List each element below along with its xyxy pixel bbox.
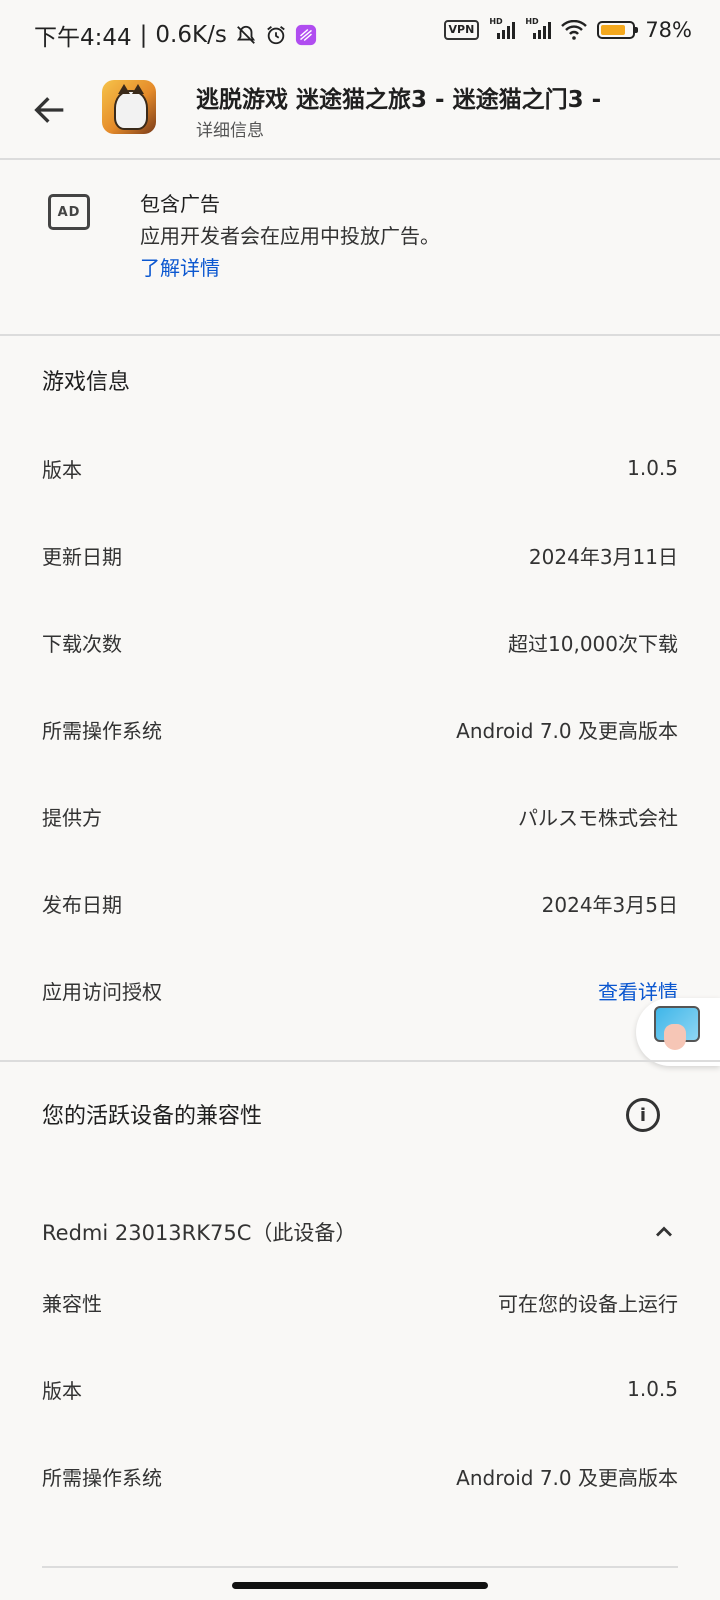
status-right: VPN HD HD 78% (443, 17, 692, 42)
row-value: 2024年3月5日 (541, 892, 678, 917)
row-label: 应用访问授权 (42, 979, 162, 1004)
info-row-os: 所需操作系统 Android 7.0 及更高版本 (42, 709, 678, 749)
game-info-title: 游戏信息 (42, 370, 131, 395)
info-row-version: 版本 1.0.5 (42, 448, 678, 488)
row-value: 超过10,000次下载 (508, 631, 678, 656)
info-row-updated: 更新日期 2024年3月11日 (42, 535, 678, 575)
compat-row-version: 版本 1.0.5 (42, 1369, 678, 1409)
info-row-permissions: 应用访问授权 查看详情 (42, 970, 678, 1010)
row-value: 2024年3月11日 (528, 544, 678, 569)
hand-icon (664, 1024, 686, 1050)
app-notification-icon (295, 24, 317, 46)
row-label: 所需操作系统 (42, 1465, 162, 1490)
arrow-back-icon (34, 97, 64, 123)
row-label: 版本 (42, 457, 82, 482)
wifi-icon (561, 20, 588, 40)
info-row-provider: 提供方 パルスモ株式会社 (42, 796, 678, 836)
row-value: パルスモ株式会社 (518, 805, 678, 830)
battery-percent: 78% (645, 18, 692, 42)
app-bar: 逃脱游戏 迷途猫之旅3 - 迷途猫之门3 - 详细信息 (0, 66, 720, 160)
row-label: 兼容性 (42, 1291, 102, 1316)
ad-icon: AD (48, 194, 90, 230)
compat-row-os: 所需操作系统 Android 7.0 及更高版本 (42, 1456, 678, 1496)
row-label: 发布日期 (42, 892, 122, 917)
divider (42, 1566, 678, 1568)
row-value: 可在您的设备上运行 (498, 1291, 678, 1316)
network-speed: 0.6K/s (155, 22, 227, 48)
device-row[interactable]: Redmi 23013RK75C（此设备） (42, 1212, 678, 1252)
divider (0, 1060, 720, 1062)
row-value: Android 7.0 及更高版本 (456, 1465, 678, 1490)
vpn-icon: VPN (443, 20, 480, 40)
ads-description: 应用开发者会在应用中投放广告。 (140, 224, 440, 248)
status-bar: 下午4:44 | 0.6K/s VPN HD HD 78% (0, 0, 720, 66)
status-time: 下午4:44 (34, 25, 132, 51)
row-label: 提供方 (42, 805, 102, 830)
ads-section: AD 包含广告 应用开发者会在应用中投放广告。 了解详情 (0, 158, 720, 336)
floating-assistant-button[interactable] (636, 998, 720, 1066)
app-icon (102, 80, 156, 134)
learn-more-link[interactable]: 了解详情 (140, 252, 220, 281)
page-subtitle: 详细信息 (196, 121, 264, 141)
info-icon[interactable]: i (626, 1098, 660, 1132)
row-label: 所需操作系统 (42, 718, 162, 743)
row-label: 下载次数 (42, 631, 122, 656)
app-title: 逃脱游戏 迷途猫之旅3 - 迷途猫之门3 - (196, 87, 602, 113)
ads-title: 包含广告 (140, 192, 220, 216)
compat-row-status: 兼容性 可在您的设备上运行 (42, 1282, 678, 1322)
row-label: 更新日期 (42, 544, 122, 569)
row-value: 1.0.5 (627, 456, 678, 480)
battery-icon (597, 21, 639, 39)
device-name: Redmi 23013RK75C（此设备） (42, 1221, 357, 1245)
bell-off-icon (235, 24, 257, 46)
row-value: Android 7.0 及更高版本 (456, 718, 678, 743)
chevron-up-icon[interactable] (650, 1218, 678, 1246)
compatibility-title: 您的活跃设备的兼容性 (42, 1104, 263, 1129)
home-indicator[interactable] (232, 1582, 488, 1589)
row-value: 1.0.5 (627, 1377, 678, 1401)
info-row-released: 发布日期 2024年3月5日 (42, 883, 678, 923)
signal-icon: HD (489, 17, 516, 39)
row-label: 版本 (42, 1378, 82, 1403)
status-left: 下午4:44 | 0.6K/s (34, 18, 317, 52)
back-button[interactable] (30, 90, 70, 130)
alarm-icon (265, 24, 287, 46)
info-row-downloads: 下载次数 超过10,000次下载 (42, 622, 678, 662)
signal-icon-2: HD (525, 17, 552, 39)
